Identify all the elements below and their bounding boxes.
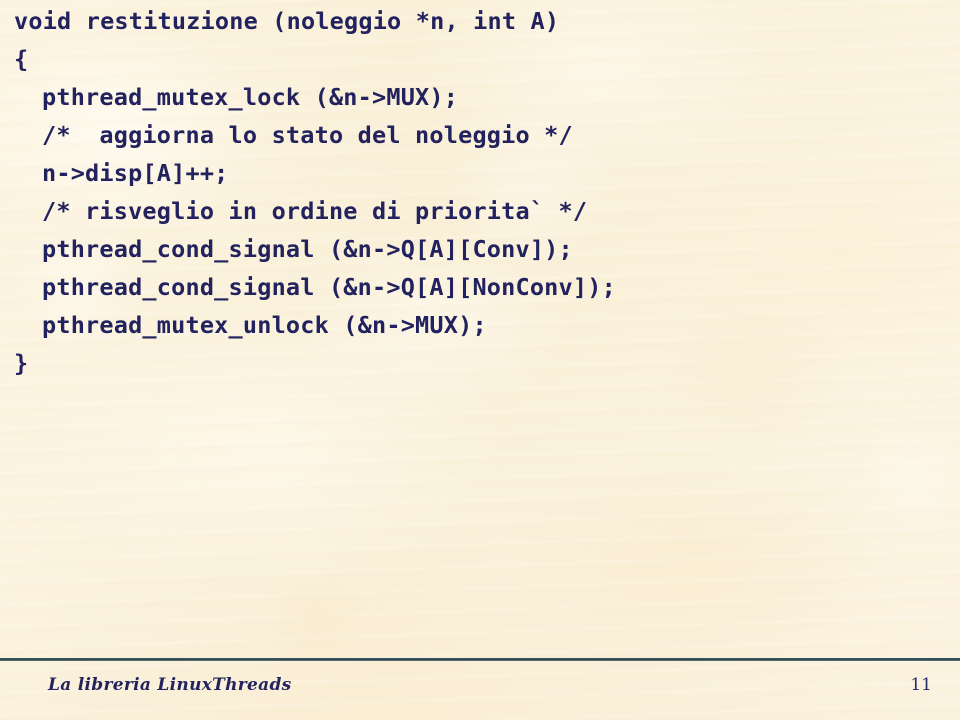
slide-canvas: void restituzione (noleggio *n, int A) {…	[0, 0, 960, 720]
code-listing: void restituzione (noleggio *n, int A) {…	[14, 2, 944, 382]
code-line: pthread_mutex_lock (&n->MUX);	[42, 83, 459, 111]
code-line: n->disp[A]++;	[42, 159, 229, 187]
footer-page-number: 11	[910, 675, 932, 695]
code-line: pthread_cond_signal (&n->Q[A][Conv]);	[42, 235, 573, 263]
code-line: pthread_cond_signal (&n->Q[A][NonConv]);	[42, 273, 616, 301]
footer-title: La libreria LinuxThreads	[48, 675, 292, 695]
code-line: {	[14, 45, 29, 73]
code-line: pthread_mutex_unlock (&n->MUX);	[42, 311, 487, 339]
code-line: }	[14, 349, 29, 377]
slide-footer: La libreria LinuxThreads 11	[0, 663, 960, 720]
code-line: void restituzione (noleggio *n, int A)	[14, 7, 560, 35]
code-line: /* aggiorna lo stato del noleggio */	[42, 121, 573, 149]
code-line: /* risveglio in ordine di priorita` */	[42, 197, 588, 225]
footer-divider	[0, 658, 960, 661]
